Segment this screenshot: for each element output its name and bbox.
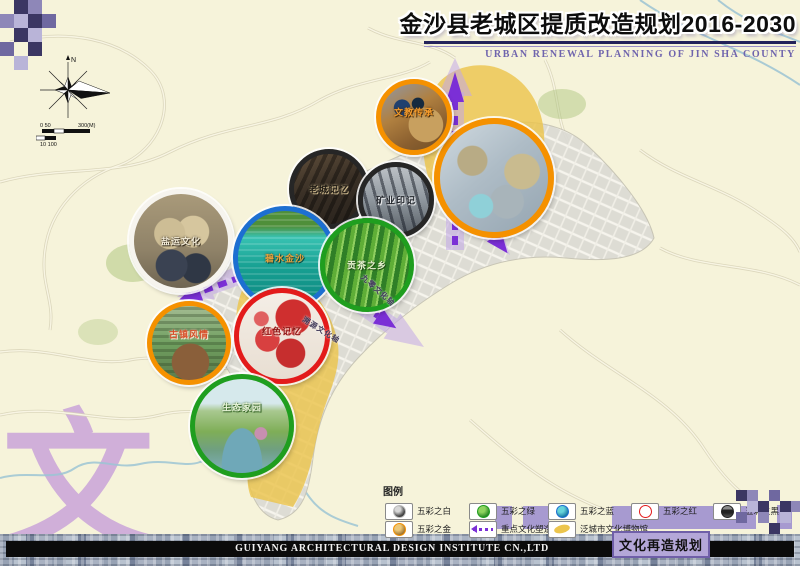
legend-item: 五彩之蓝	[548, 503, 614, 519]
legend-swatch	[385, 521, 413, 538]
compass-north-label: N	[71, 57, 76, 64]
svg-text:10 100: 10 100	[40, 142, 57, 148]
svg-text:0 50: 0 50	[40, 123, 51, 129]
photo-circle-plaza	[434, 118, 554, 238]
legend-item: 五彩之白	[385, 503, 451, 519]
circle-label: 生态家园	[195, 401, 289, 414]
circle-label: 古镇风情	[152, 328, 226, 341]
legend-swatch	[469, 521, 497, 538]
legend-swatch	[548, 521, 576, 538]
page-subtitle: URBAN RENEWAL PLANNING OF JIN SHA COUNTY	[400, 49, 797, 60]
planning-map-page: 文	[0, 0, 800, 566]
photo-circle-tea: 贡茶之乡	[320, 218, 414, 312]
page-title: 金沙县老城区提质改造规划2016-2030	[400, 5, 797, 39]
red-sphere-icon	[639, 505, 652, 518]
legend-swatch	[548, 503, 576, 520]
photo-circle-education: 文教传承	[376, 79, 452, 155]
yellow-zone-icon	[553, 523, 570, 535]
circle-label: 矿业印记	[363, 194, 429, 207]
blue-sphere-icon	[556, 505, 569, 518]
title-underline	[424, 41, 796, 47]
circle-label: 贡茶之乡	[325, 259, 409, 272]
legend-swatch	[385, 503, 413, 520]
circle-label: 盐运文化	[134, 235, 228, 248]
dashed-arrow-icon	[473, 528, 493, 531]
photo-circle-wetland: 生态家园	[190, 374, 294, 478]
photo-circle-temple: 古镇风情	[147, 301, 231, 385]
photo-circle-red-culture: 红色记忆	[234, 288, 330, 384]
gold-sphere-icon	[393, 523, 406, 536]
green-sphere-icon	[477, 505, 490, 518]
circle-label: 文教传承	[381, 105, 447, 118]
plan-title-box: 文化再造规划	[612, 531, 710, 558]
legend-item: 重点文化塑造轴	[469, 521, 561, 537]
photo-circle-salt: 盐运文化	[129, 189, 233, 293]
legend-swatch	[469, 503, 497, 520]
legend: 图例 五彩之白 五彩之绿 五彩之蓝 五彩之红 五彩之黑 五彩之金 重点文化塑造轴…	[377, 483, 797, 541]
black-sphere-icon	[721, 505, 734, 518]
header: 金沙县老城区提质改造规划2016-2030 URBAN RENEWAL PLAN…	[400, 5, 797, 60]
legend-swatch	[631, 503, 659, 520]
svg-text:300(M): 300(M)	[78, 123, 96, 129]
circle-label: 老城记忆	[294, 183, 364, 196]
legend-item: 五彩之红	[631, 503, 697, 519]
scale-bar: 0 50 300(M) 10 100	[36, 123, 96, 148]
legend-item: 五彩之金	[385, 521, 451, 537]
circle-label: 碧水金沙	[238, 252, 332, 265]
legend-item: 五彩之绿	[469, 503, 535, 519]
legend-title: 图例	[383, 483, 403, 498]
compass-rose: N 0 50 300(M) 10 100	[36, 52, 116, 148]
white-sphere-icon	[393, 505, 406, 518]
